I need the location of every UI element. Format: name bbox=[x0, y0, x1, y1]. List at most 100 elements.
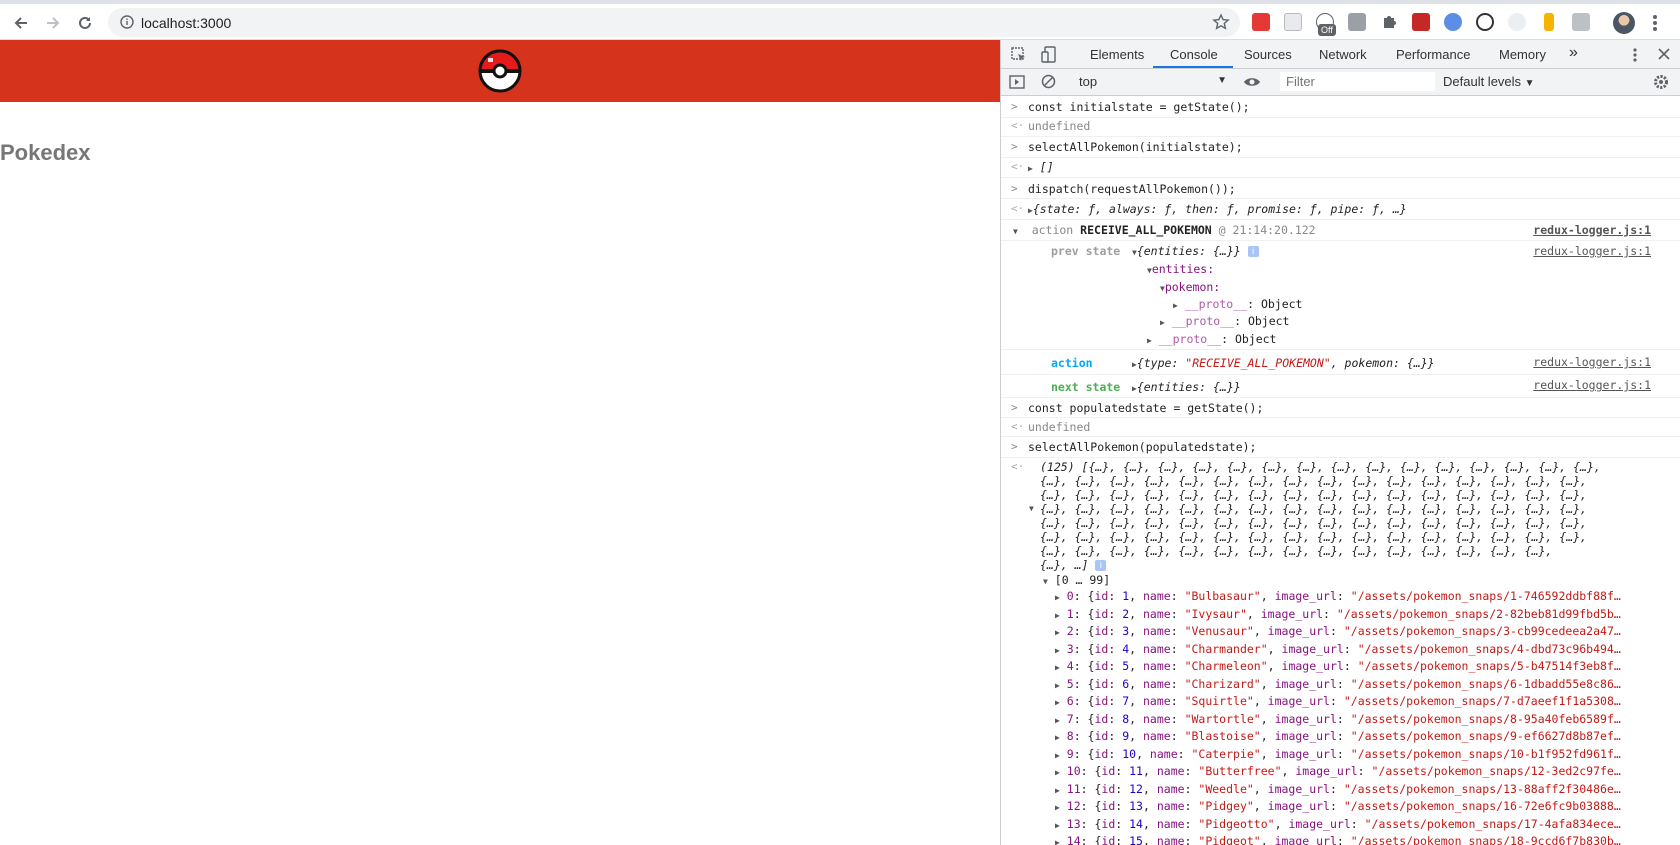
back-button[interactable] bbox=[8, 10, 34, 36]
array-preview-row: {…}, {…}, {…}, {…}, {…}, {…}, {…}, {…}, … bbox=[1040, 502, 1587, 516]
pokemon-list-item[interactable]: ▶ 7: {id: 8, name: "Wartortle", image_ur… bbox=[1055, 712, 1680, 726]
pokemon-list-item[interactable]: ▶ 10: {id: 11, name: "Butterfree", image… bbox=[1055, 764, 1680, 778]
console-input-line[interactable]: selectAllPokemon(initialstate); bbox=[1028, 140, 1680, 154]
tree-node-proto[interactable]: ▶ __proto__: Object bbox=[1147, 332, 1680, 346]
page-viewport: Pokedex bbox=[0, 40, 1000, 845]
info-icon[interactable] bbox=[120, 15, 134, 29]
collapse-triangle-icon[interactable]: ▼ bbox=[1043, 577, 1048, 586]
live-expression-eye-icon[interactable] bbox=[1243, 75, 1261, 89]
log-levels-label: Default levels bbox=[1443, 74, 1522, 89]
source-link[interactable]: redux-logger.js:1 bbox=[1533, 355, 1651, 369]
log-levels-dropdown[interactable]: Default levels ▼ bbox=[1443, 74, 1535, 89]
chevron-down-icon: ▼ bbox=[1217, 75, 1227, 86]
console-return-value[interactable]: ▶ [] bbox=[1028, 160, 1680, 174]
pokemon-list-item[interactable]: ▶ 11: {id: 12, name: "Weedle", image_url… bbox=[1055, 782, 1680, 796]
source-link[interactable]: redux-logger.js:1 bbox=[1533, 223, 1651, 237]
expand-triangle-icon[interactable]: ▶ bbox=[1055, 628, 1060, 637]
inspect-element-icon[interactable] bbox=[1011, 47, 1027, 63]
devtools-menu-icon[interactable] bbox=[1632, 47, 1638, 63]
console-input-line[interactable]: selectAllPokemon(populatedstate); bbox=[1028, 440, 1680, 454]
tab-performance[interactable]: Performance bbox=[1396, 47, 1470, 62]
ext-icon-4[interactable] bbox=[1348, 13, 1366, 31]
tab-elements[interactable]: Elements bbox=[1090, 47, 1144, 62]
tab-network[interactable]: Network bbox=[1319, 47, 1367, 62]
expand-triangle-icon[interactable]: ▶ bbox=[1160, 318, 1165, 327]
expand-triangle-icon[interactable]: ▶ bbox=[1055, 838, 1060, 845]
expand-triangle-icon[interactable]: ▶ bbox=[1055, 786, 1060, 795]
ext-icon-gear[interactable] bbox=[1508, 13, 1526, 31]
forward-arrow-icon bbox=[47, 17, 60, 29]
array-range-group[interactable]: ▼ [0 … 99] bbox=[1043, 573, 1680, 587]
expand-triangle-icon[interactable]: ▶ bbox=[1055, 611, 1060, 620]
console-settings-gear-icon[interactable] bbox=[1653, 74, 1669, 90]
pokemon-list-item[interactable]: ▶ 1: {id: 2, name: "Ivysaur", image_url:… bbox=[1055, 607, 1680, 621]
tree-node-proto[interactable]: ▶ __proto__: Object bbox=[1160, 314, 1680, 328]
console-filter-input[interactable] bbox=[1280, 72, 1435, 91]
profile-avatar[interactable] bbox=[1613, 12, 1635, 34]
youtube-extension-icon[interactable] bbox=[1252, 13, 1270, 31]
pokemon-list-item[interactable]: ▶ 9: {id: 10, name: "Caterpie", image_ur… bbox=[1055, 747, 1680, 761]
pokemon-list-item[interactable]: ▶ 4: {id: 5, name: "Charmeleon", image_u… bbox=[1055, 659, 1680, 673]
source-link[interactable]: redux-logger.js:1 bbox=[1533, 244, 1651, 258]
pokemon-list-item[interactable]: ▶ 13: {id: 14, name: "Pidgeotto", image_… bbox=[1055, 817, 1680, 831]
pokemon-list-item[interactable]: ▶ 5: {id: 6, name: "Charizard", image_ur… bbox=[1055, 677, 1680, 691]
back-arrow-icon bbox=[14, 17, 27, 29]
collapse-triangle-icon[interactable]: ▼ bbox=[1029, 504, 1034, 513]
close-devtools-icon[interactable] bbox=[1658, 48, 1670, 60]
expand-triangle-icon[interactable]: ▶ bbox=[1055, 681, 1060, 690]
ext-icon-circle[interactable] bbox=[1476, 13, 1494, 31]
pokemon-list-item[interactable]: ▶ 2: {id: 3, name: "Venusaur", image_url… bbox=[1055, 624, 1680, 638]
browser-menu-icon[interactable] bbox=[1652, 13, 1658, 33]
tab-console[interactable]: Console bbox=[1170, 47, 1218, 62]
expand-triangle-icon[interactable]: ▶ bbox=[1055, 733, 1060, 742]
context-selector[interactable]: top ▼ bbox=[1079, 74, 1227, 89]
expand-triangle-icon[interactable]: ▶ bbox=[1055, 698, 1060, 707]
console-return-value[interactable]: ▶{state: ƒ, always: ƒ, then: ƒ, promise:… bbox=[1028, 202, 1680, 216]
show-sidebar-icon[interactable] bbox=[1009, 74, 1025, 90]
pokemon-list-item[interactable]: ▶ 8: {id: 9, name: "Blastoise", image_ur… bbox=[1055, 729, 1680, 743]
tab-sources[interactable]: Sources bbox=[1244, 47, 1292, 62]
pokemon-list-item[interactable]: ▶ 0: {id: 1, name: "Bulbasaur", image_ur… bbox=[1055, 589, 1680, 603]
pokemon-list-item[interactable]: ▶ 6: {id: 7, name: "Squirtle", image_url… bbox=[1055, 694, 1680, 708]
tree-node-entities[interactable]: ▼entities: bbox=[1147, 262, 1680, 276]
ext-icon-yellow[interactable] bbox=[1544, 13, 1554, 31]
expand-triangle-icon[interactable]: ▶ bbox=[1173, 301, 1178, 310]
expand-triangle-icon[interactable]: ▶ bbox=[1055, 593, 1060, 602]
input-prompt-icon: > bbox=[1011, 140, 1018, 153]
expand-triangle-icon[interactable]: ▶ bbox=[1055, 716, 1060, 725]
expand-triangle-icon[interactable]: ▶ bbox=[1055, 646, 1060, 655]
reload-button[interactable] bbox=[72, 10, 98, 36]
expand-triangle-icon[interactable]: ▶ bbox=[1147, 336, 1152, 345]
ext-icon-blue[interactable] bbox=[1444, 13, 1462, 31]
bookmark-star-icon[interactable] bbox=[1212, 13, 1230, 31]
puzzle-extension-icon[interactable] bbox=[1380, 13, 1398, 31]
console-return-value: undefined bbox=[1028, 119, 1091, 133]
address-bar[interactable]: localhost:3000 bbox=[108, 8, 1240, 37]
pokemon-list-item[interactable]: ▶ 14: {id: 15, name: "Pidgeot", image_ur… bbox=[1055, 834, 1680, 845]
return-arrow-icon: <· bbox=[1011, 160, 1025, 173]
pokemon-list-item[interactable]: ▶ 3: {id: 4, name: "Charmander", image_u… bbox=[1055, 642, 1680, 656]
ext-icon-red[interactable] bbox=[1412, 13, 1430, 31]
tree-node-proto[interactable]: ▶ __proto__: Object bbox=[1173, 297, 1680, 311]
ext-icon-gray[interactable] bbox=[1572, 13, 1590, 31]
console-input-line[interactable]: const initialstate = getState(); bbox=[1028, 100, 1680, 114]
pokemon-list-item[interactable]: ▶ 12: {id: 13, name: "Pidgey", image_url… bbox=[1055, 799, 1680, 813]
clear-console-icon[interactable] bbox=[1041, 74, 1056, 89]
collapse-triangle-icon[interactable]: ▼ bbox=[1013, 227, 1018, 236]
console-input-line[interactable]: const populatedstate = getState(); bbox=[1028, 401, 1680, 415]
expand-triangle-icon[interactable]: ▶ bbox=[1055, 768, 1060, 777]
tree-node-pokemon[interactable]: ▼pokemon: bbox=[1160, 280, 1680, 294]
download-extension-icon[interactable] bbox=[1284, 13, 1302, 31]
expand-triangle-icon[interactable]: ▶ bbox=[1055, 803, 1060, 812]
console-input-line[interactable]: dispatch(requestAllPokemon()); bbox=[1028, 182, 1680, 196]
source-link[interactable]: redux-logger.js:1 bbox=[1533, 378, 1651, 392]
page-header bbox=[0, 40, 1000, 102]
expand-triangle-icon[interactable]: ▶ bbox=[1028, 164, 1033, 173]
forward-button[interactable] bbox=[40, 10, 66, 36]
tab-memory[interactable]: Memory bbox=[1499, 47, 1546, 62]
expand-triangle-icon[interactable]: ▶ bbox=[1055, 821, 1060, 830]
expand-triangle-icon[interactable]: ▶ bbox=[1055, 751, 1060, 760]
expand-triangle-icon[interactable]: ▶ bbox=[1055, 663, 1060, 672]
device-toolbar-icon[interactable] bbox=[1041, 46, 1057, 63]
more-tabs-button[interactable]: » bbox=[1569, 44, 1578, 62]
